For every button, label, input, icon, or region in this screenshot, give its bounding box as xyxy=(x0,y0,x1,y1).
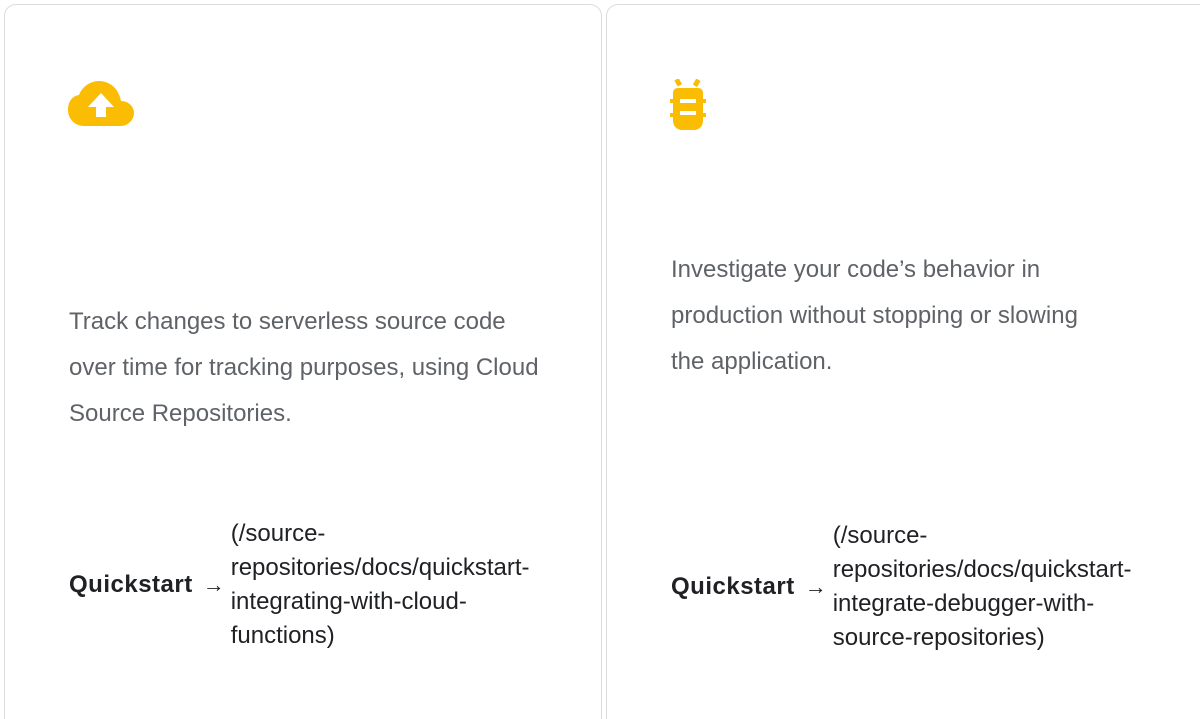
quickstart-label[interactable]: Quickstart xyxy=(69,571,193,599)
url-line: (/source- xyxy=(832,522,928,549)
quickstart-label[interactable]: Quickstart xyxy=(671,573,795,601)
card-grid: Track changes to serverless source code … xyxy=(0,0,1200,719)
quickstart-url[interactable]: (/source- repositories/docs/quickstart- … xyxy=(833,519,1193,655)
cloud-upload-icon xyxy=(68,79,134,131)
url-line: repositories/docs/quickstart- xyxy=(230,554,530,581)
url-line: repositories/docs/quickstart- xyxy=(832,556,1132,583)
card-description: Investigate your code’s behavior in prod… xyxy=(671,256,1078,375)
url-line: (/source- xyxy=(230,520,326,547)
feature-card-debugger: Investigate your code’s behavior in prod… xyxy=(606,4,1200,719)
arrow-right-icon[interactable]: → xyxy=(203,574,225,596)
url-line: integrating-with-cloud- xyxy=(230,588,467,615)
quickstart-link[interactable]: Quickstart → (/source- repositories/docs… xyxy=(69,517,591,653)
quickstart-url[interactable]: (/source- repositories/docs/quickstart- … xyxy=(231,517,591,653)
arrow-right-icon[interactable]: → xyxy=(805,576,827,598)
url-line: integrate-debugger-with- xyxy=(832,590,1095,617)
url-line: functions) xyxy=(230,622,335,649)
feature-card-cloud-functions: Track changes to serverless source code … xyxy=(4,4,602,719)
quickstart-link[interactable]: Quickstart → (/source- repositories/docs… xyxy=(671,519,1193,655)
url-line: source-repositories) xyxy=(832,624,1045,651)
bug-icon xyxy=(670,78,736,131)
card-description: Track changes to serverless source code … xyxy=(69,308,539,427)
